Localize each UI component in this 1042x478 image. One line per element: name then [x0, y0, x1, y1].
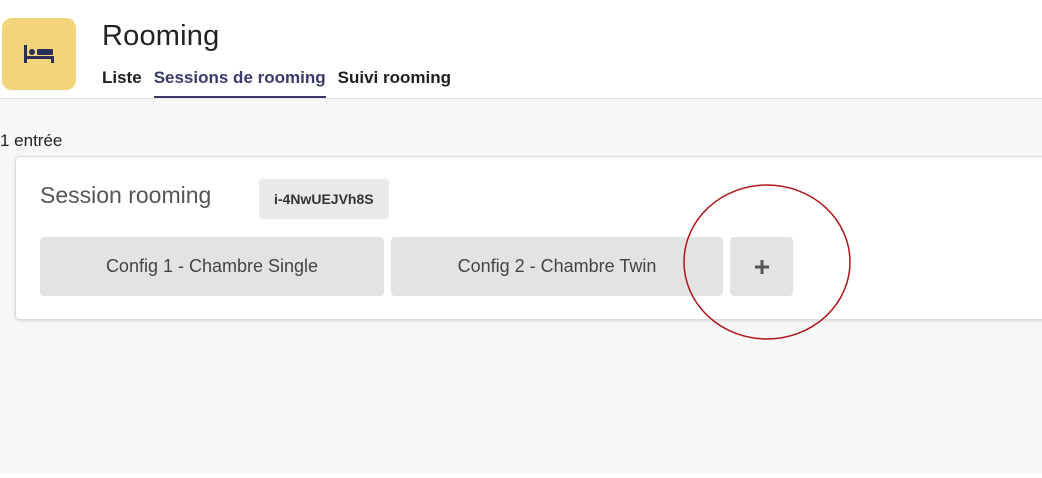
bed-icon: [24, 45, 54, 63]
plus-icon: [754, 259, 769, 274]
app-icon: [2, 18, 76, 90]
config-2-button[interactable]: Config 2 - Chambre Twin: [391, 237, 723, 296]
entry-count: 1 entrée: [0, 131, 63, 150]
config-1-button[interactable]: Config 1 - Chambre Single: [40, 237, 384, 296]
tab-liste[interactable]: Liste: [102, 68, 142, 98]
session-card: Session rooming i-4NwUEJVh8S Config 1 - …: [15, 156, 1042, 320]
page: Rooming Liste Sessions de rooming Suivi …: [0, 0, 1042, 478]
session-title: Session rooming: [40, 182, 212, 208]
add-config-button[interactable]: [730, 237, 793, 296]
tab-suivi-rooming[interactable]: Suivi rooming: [338, 68, 451, 98]
main-content: 1 entrée Session rooming i-4NwUEJVh8S Co…: [0, 99, 1042, 473]
tab-sessions-de-rooming[interactable]: Sessions de rooming: [153, 68, 326, 98]
tab-bar: Liste Sessions de rooming Suivi rooming: [102, 68, 463, 98]
session-id-badge: i-4NwUEJVh8S: [259, 179, 389, 219]
app-header: Rooming Liste Sessions de rooming Suivi …: [0, 0, 1042, 99]
app-title: Rooming: [102, 20, 220, 52]
